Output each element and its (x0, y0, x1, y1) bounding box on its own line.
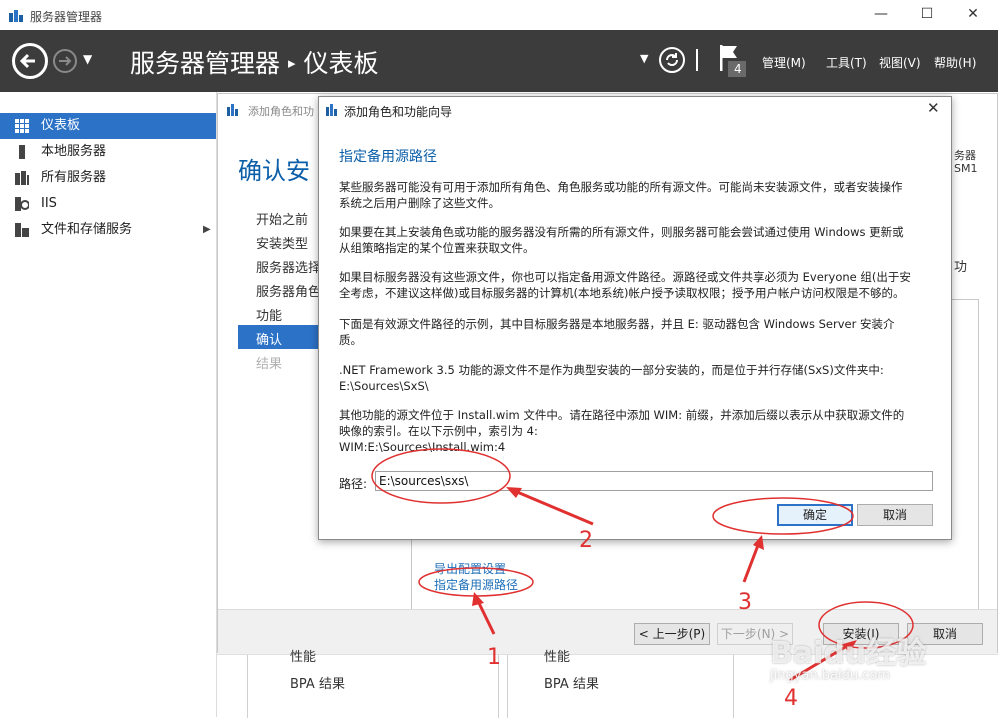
tile-right: 性能 BPA 结果 (507, 650, 734, 718)
bg-destination-server: 务器 SM1 (954, 149, 977, 175)
tile-left-bpa[interactable]: BPA 结果 (290, 673, 345, 692)
breadcrumb-separator: ▸ (288, 54, 296, 72)
close-icon: ✕ (967, 6, 979, 22)
dialog-close-icon[interactable]: ✕ (927, 99, 940, 117)
window-titlebar: 服务器管理器 — ☐ ✕ (0, 0, 998, 31)
nav-label-local-server: 本地服务器 (41, 144, 107, 159)
step-results: 结果 (256, 357, 283, 372)
specify-source-path-link[interactable]: 指定备用源路径 (434, 576, 518, 593)
bg-right-text-1: 务器 (954, 149, 976, 162)
header-divider (696, 49, 698, 71)
nav-history-dropdown-icon[interactable]: ▼ (83, 52, 92, 66)
dialog-paragraph-3: 如果目标服务器没有这些源文件，你也可以指定备用源文件路径。源路径或文件共享必须为… (339, 270, 911, 300)
nav-label-dashboard: 仪表板 (41, 118, 81, 133)
nav-label-iis: IIS (41, 196, 57, 211)
dialog-wizard-icon (326, 104, 337, 116)
path-input[interactable] (375, 471, 933, 491)
step-server-roles[interactable]: 服务器角色 (256, 281, 321, 300)
all-servers-icon (15, 171, 29, 185)
minimize-button[interactable]: — (858, 0, 904, 30)
maximize-icon: ☐ (920, 6, 934, 22)
nav-item-local-server[interactable]: 本地服务器 (0, 139, 216, 165)
ok-button[interactable]: 确定 (777, 504, 853, 526)
menu-view[interactable]: 视图(V) (879, 54, 921, 71)
dialog-heading: 指定备用源路径 (339, 149, 437, 165)
maximize-button[interactable]: ☐ (904, 0, 950, 30)
tile-left-performance[interactable]: 性能 (290, 646, 316, 665)
dialog-title: 添加角色和功能向导 (344, 105, 453, 119)
expand-arrow-icon[interactable]: ▶ (203, 217, 211, 243)
nav-item-all-servers[interactable]: 所有服务器 (0, 165, 216, 191)
export-config-link[interactable]: 导出配置设置 (434, 560, 506, 577)
left-navigation: 仪表板 本地服务器 所有服务器 IIS 文件和存储服务 ▶ (0, 92, 217, 717)
back-arrow-icon (19, 53, 35, 69)
bg-right-text-3: 功 (954, 260, 968, 275)
flag-icon (720, 45, 746, 77)
forward-arrow-icon (59, 56, 72, 66)
nav-item-iis[interactable]: IIS (0, 191, 216, 217)
back-button[interactable] (12, 43, 48, 79)
app-header: ▼ 服务器管理器 ▸ 仪表板 ▼ 4 管理(M) 工具(T) 视图(V) 帮助(H) (0, 30, 998, 92)
iis-icon (15, 197, 29, 211)
menu-help[interactable]: 帮助(H) (934, 54, 976, 71)
bg-right-text-2: SM1 (954, 162, 978, 175)
breadcrumb: 服务器管理器 ▸ 仪表板 (130, 44, 379, 80)
menu-tools[interactable]: 工具(T) (826, 54, 867, 71)
dialog-paragraph-6: 其他功能的源文件位于 Install.wim 文件中。请在路径中添加 WIM: … (339, 408, 905, 454)
breadcrumb-page: 仪表板 (303, 49, 379, 78)
close-window-button[interactable]: ✕ (950, 0, 996, 30)
minimize-icon: — (874, 6, 888, 22)
dialog-cancel-button[interactable]: 取消 (857, 504, 933, 526)
header-dropdown-icon[interactable]: ▼ (640, 52, 648, 65)
dialog-titlebar: 添加角色和功能向导 ✕ (319, 97, 951, 121)
annotation-number-3: 3 (738, 590, 752, 615)
dialog-paragraph-4: 下面是有效源文件路径的示例，其中目标服务器是本地服务器，并且 E: 驱动器包含 … (339, 317, 895, 347)
alternate-source-dialog: 添加角色和功能向导 ✕ 指定备用源路径 某些服务器可能没有可用于添加所有角色、角… (318, 96, 952, 540)
annotation-number-4: 4 (784, 686, 798, 711)
step-before-you-begin[interactable]: 开始之前 (256, 209, 308, 228)
annotation-number-1: 1 (487, 645, 501, 670)
step-confirmation[interactable]: 确认 (256, 329, 282, 348)
window-title: 服务器管理器 (30, 10, 103, 24)
dashboard-icon (15, 119, 29, 133)
step-installation-type[interactable]: 安装类型 (256, 233, 308, 252)
prev-button[interactable]: < 上一步(P) (634, 623, 710, 645)
local-server-icon (19, 145, 25, 159)
nav-label-file-storage: 文件和存储服务 (41, 222, 133, 237)
notification-count: 4 (734, 62, 742, 76)
step-server-selection[interactable]: 服务器选择 (256, 257, 321, 276)
notifications-flag-button[interactable]: 4 (717, 43, 747, 79)
bg-wizard-title: 添加角色和功 (248, 105, 314, 118)
forward-button[interactable] (53, 49, 77, 73)
nav-item-file-storage[interactable]: 文件和存储服务 ▶ (0, 217, 216, 243)
wizard-icon (227, 104, 238, 116)
refresh-button[interactable] (659, 47, 685, 73)
step-features[interactable]: 功能 (256, 305, 282, 324)
bg-wizard-heading: 确认安 (238, 157, 310, 185)
nav-label-all-servers: 所有服务器 (41, 170, 107, 185)
menu-manage[interactable]: 管理(M) (762, 54, 806, 71)
dialog-paragraph-1: 某些服务器可能没有可用于添加所有角色、角色服务或功能的所有源文件。可能尚未安装源… (339, 180, 903, 210)
baidu-watermark-url: jingyan.baidu.com (770, 668, 890, 683)
breadcrumb-app: 服务器管理器 (130, 49, 281, 78)
dialog-paragraph-5: .NET Framework 3.5 功能的源文件不是作为典型安装的一部分安装的… (339, 363, 884, 393)
nav-item-dashboard[interactable]: 仪表板 (0, 113, 216, 139)
tile-left: 性能 BPA 结果 (247, 650, 499, 718)
dialog-paragraph-2: 如果要在其上安装角色或功能的服务器没有所需的所有源文件，则服务器可能会尝试通过使… (339, 225, 904, 255)
tile-right-bpa[interactable]: BPA 结果 (544, 673, 599, 692)
annotation-number-2: 2 (579, 528, 593, 553)
tile-right-performance[interactable]: 性能 (544, 646, 570, 665)
refresh-icon (666, 53, 678, 66)
path-label: 路径: (339, 477, 368, 491)
server-manager-icon (9, 10, 23, 22)
baidu-watermark: Baidu经验 (770, 636, 927, 671)
file-storage-icon (15, 223, 29, 237)
